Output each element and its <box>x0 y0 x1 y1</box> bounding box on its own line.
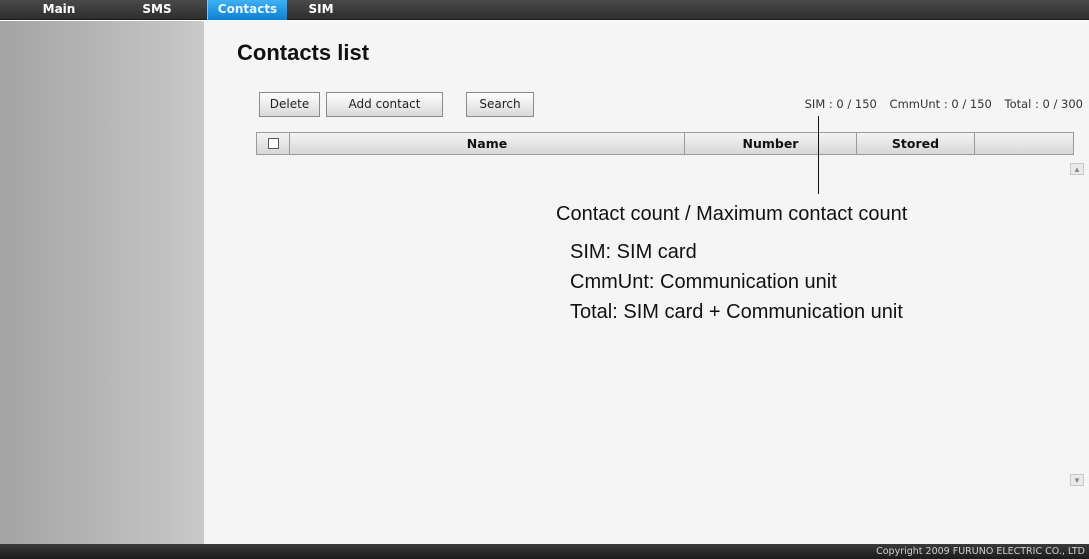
copyright-text: Copyright 2009 FURUNO ELECTRIC CO., LTD <box>876 546 1085 557</box>
table-header: Name Number Stored <box>256 132 1074 155</box>
column-header-extra <box>975 133 1073 154</box>
tab-sms[interactable]: SMS <box>126 0 188 20</box>
annotation-callout-line <box>818 116 819 194</box>
column-header-number[interactable]: Number <box>685 133 857 154</box>
sim-count: SIM : 0 / 150 <box>804 97 877 111</box>
page-title: Contacts list <box>237 40 370 65</box>
annotation-line-total: Total: SIM card + Communication unit <box>570 301 903 323</box>
add-contact-button[interactable]: Add contact <box>326 92 443 117</box>
column-header-name[interactable]: Name <box>290 133 685 154</box>
cmmunt-count: CmmUnt : 0 / 150 <box>889 97 992 111</box>
annotation-line-cmmunt: CmmUnt: Communication unit <box>570 271 837 293</box>
delete-button[interactable]: Delete <box>259 92 320 117</box>
total-count: Total : 0 / 300 <box>1004 97 1084 111</box>
search-button[interactable]: Search <box>466 92 534 117</box>
contact-counts: SIM : 0 / 150 CmmUnt : 0 / 150 Total : 0… <box>650 97 1083 111</box>
footer-bar: Copyright 2009 FURUNO ELECTRIC CO., LTD <box>0 544 1089 559</box>
annotation-line-sim: SIM: SIM card <box>570 241 697 263</box>
annotation-title: Contact count / Maximum contact count <box>556 203 908 225</box>
tab-contacts[interactable]: Contacts <box>207 0 287 20</box>
top-nav: Main SMS Contacts SIM <box>0 0 1089 20</box>
scroll-down-icon[interactable]: ▼ <box>1070 474 1084 486</box>
select-all-column <box>257 133 290 154</box>
tab-sim[interactable]: SIM <box>290 0 352 20</box>
sidebar <box>0 21 204 544</box>
tab-main[interactable]: Main <box>28 0 90 20</box>
column-header-stored[interactable]: Stored <box>857 133 975 154</box>
select-all-checkbox[interactable] <box>268 138 279 149</box>
scroll-up-icon[interactable]: ▲ <box>1070 163 1084 175</box>
